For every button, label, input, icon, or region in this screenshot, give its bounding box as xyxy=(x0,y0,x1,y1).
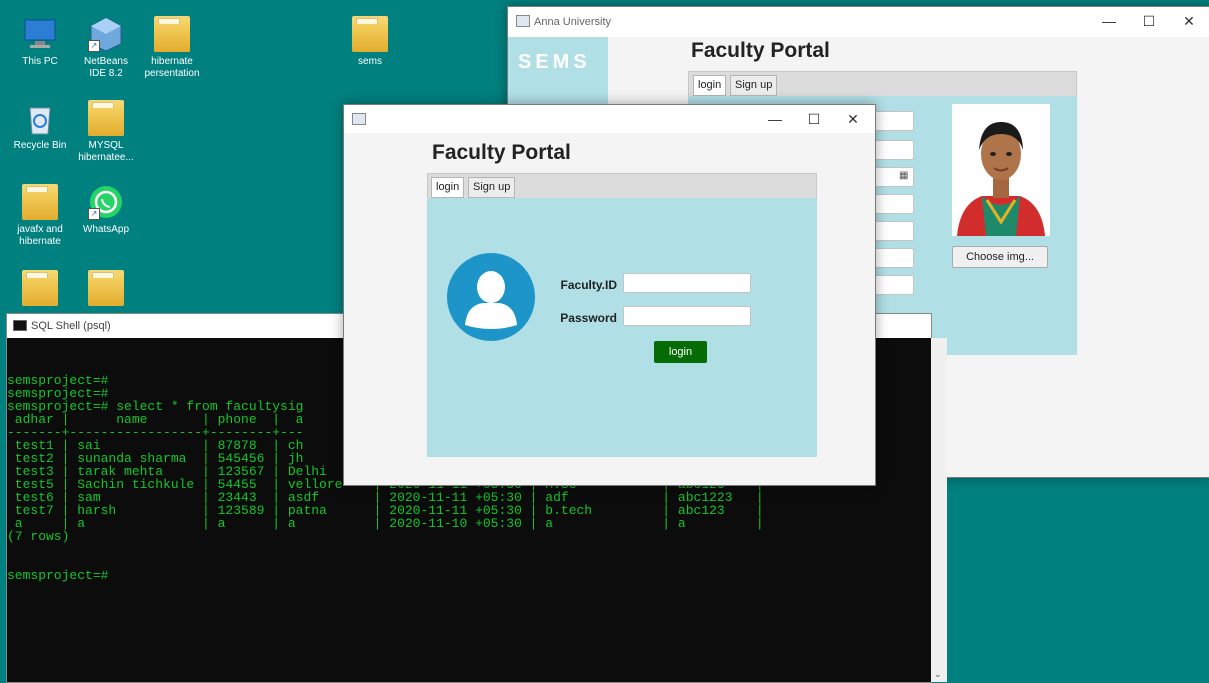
desktop-icon-this-pc[interactable]: This PC xyxy=(10,16,70,68)
signup-field[interactable] xyxy=(874,275,914,295)
title-bar: — ☐ ✕ xyxy=(344,105,875,133)
desktop-icon-label: sems xyxy=(358,56,382,67)
window-title: Anna University xyxy=(534,16,612,28)
faculty-login-window: — ☐ ✕ Faculty Portal login Sign up Facul… xyxy=(343,104,876,486)
minimize-icon[interactable]: — xyxy=(1094,11,1124,31)
document-icon xyxy=(154,16,190,52)
scroll-down-icon[interactable]: ⌄ xyxy=(934,669,942,680)
title-bar: Anna University — ☐ ✕ xyxy=(508,7,1209,37)
terminal-line: a | a | a | a | 2020-11-10 +05:30 | a | … xyxy=(7,516,764,531)
signup-field[interactable] xyxy=(874,221,914,241)
faculty-id-label: Faculty.ID xyxy=(560,278,617,292)
desktop-icon-folder[interactable] xyxy=(76,270,136,310)
folder-icon xyxy=(22,270,58,306)
desktop-icon-javafx-hibernate[interactable]: javafx and hibernate xyxy=(10,184,70,248)
signup-field[interactable] xyxy=(874,140,914,160)
desktop-icon-whatsapp[interactable]: ↗ WhatsApp xyxy=(76,184,136,236)
app-icon xyxy=(352,113,366,125)
scrollbar[interactable]: ⌄ xyxy=(931,338,947,682)
tab-login[interactable]: login xyxy=(431,177,465,198)
close-icon[interactable]: ✕ xyxy=(1174,11,1204,31)
desktop-icon-label: MYSQL hibernatee... xyxy=(78,140,134,163)
choose-img-button[interactable]: Choose img... xyxy=(952,246,1048,268)
page-title: Faculty Portal xyxy=(691,39,830,62)
maximize-icon[interactable]: ☐ xyxy=(1134,11,1164,31)
desktop-icon-hibernate-persentation[interactable]: hibernate persentation xyxy=(142,16,202,80)
signup-field[interactable] xyxy=(874,248,914,268)
terminal-line: (7 rows) xyxy=(7,529,70,544)
maximize-icon[interactable]: ☐ xyxy=(799,109,829,129)
close-icon[interactable]: ✕ xyxy=(838,109,868,129)
desktop-icon-label: Recycle Bin xyxy=(13,140,67,151)
password-input[interactable] xyxy=(623,306,751,326)
signup-field[interactable] xyxy=(874,194,914,214)
folder-icon xyxy=(22,184,58,220)
tab-sign-up[interactable]: Sign up xyxy=(730,75,778,96)
desktop-icon-label: WhatsApp xyxy=(82,224,130,235)
desktop-icon-sems[interactable]: sems xyxy=(340,16,400,68)
sems-logo: SEMS xyxy=(518,51,591,73)
date-picker[interactable]: ▦ xyxy=(874,167,914,187)
recycle-bin-icon xyxy=(22,100,58,136)
whatsapp-icon: ↗ xyxy=(88,184,124,220)
tab-bar: login Sign up xyxy=(427,173,817,199)
folder-icon xyxy=(88,270,124,306)
desktop-icon-label: This PC xyxy=(22,56,58,67)
page-title: Faculty Portal xyxy=(432,141,571,164)
folder-icon xyxy=(352,16,388,52)
terminal-icon xyxy=(13,320,27,331)
login-button[interactable]: login xyxy=(654,341,707,363)
user-avatar-icon xyxy=(447,253,535,341)
desktop-icon-label: javafx and hibernate xyxy=(17,224,63,247)
netbeans-icon: ↗ xyxy=(88,16,124,52)
login-panel: Faculty.ID Password login xyxy=(427,198,817,457)
desktop-icon-label: hibernate persentation xyxy=(144,56,200,79)
computer-icon xyxy=(22,16,58,52)
faculty-id-input[interactable] xyxy=(623,273,751,293)
terminal-line: semsproject=# xyxy=(7,568,109,583)
desktop-icon-label: NetBeans IDE 8.2 xyxy=(84,56,128,79)
folder-icon xyxy=(88,100,124,136)
minimize-icon[interactable]: — xyxy=(760,109,790,129)
signup-field[interactable] xyxy=(874,111,914,131)
desktop-icon-mysql-hibernatee[interactable]: MYSQL hibernatee... xyxy=(76,100,136,164)
app-icon xyxy=(516,15,530,27)
window-title: SQL Shell (psql) xyxy=(31,320,111,332)
tab-login[interactable]: login xyxy=(693,75,727,96)
profile-photo xyxy=(952,104,1050,236)
tab-sign-up[interactable]: Sign up xyxy=(468,177,516,198)
desktop-icon-netbeans[interactable]: ↗ NetBeans IDE 8.2 xyxy=(76,16,136,80)
password-label: Password xyxy=(560,311,617,325)
calendar-icon[interactable]: ▦ xyxy=(899,170,908,181)
desktop-icon-recycle-bin[interactable]: Recycle Bin xyxy=(10,100,70,152)
desktop-icon-folder[interactable] xyxy=(10,270,70,310)
tab-bar: login Sign up xyxy=(688,71,1077,97)
